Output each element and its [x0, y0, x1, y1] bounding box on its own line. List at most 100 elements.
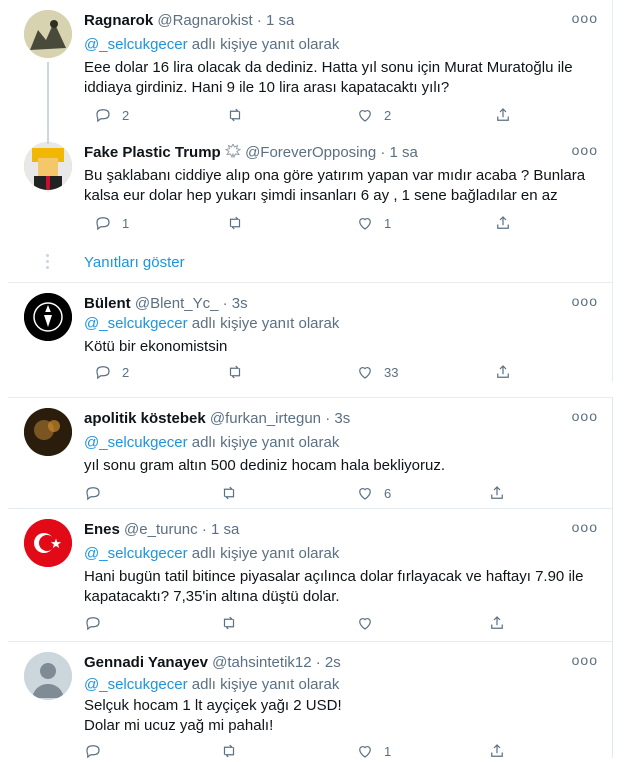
- reply-icon: [96, 217, 110, 231]
- timestamp[interactable]: · 1 sa: [380, 144, 418, 161]
- like-count: 1: [384, 215, 392, 231]
- tweet-gennadi-yanayev[interactable]: Gennadi Yanayev @tahsintetik12 · 2s ooo …: [8, 642, 612, 759]
- more-options-icon[interactable]: ooo: [572, 10, 598, 26]
- thread-line: [47, 62, 49, 140]
- show-replies-link[interactable]: Yanıtları göster: [84, 254, 185, 271]
- display-name[interactable]: Fake Plastic Trump: [84, 144, 221, 161]
- avatar[interactable]: [24, 293, 72, 341]
- share-icon: [497, 365, 509, 378]
- reply-context-label: adlı kişiye yanıt olarak: [187, 36, 340, 53]
- like-button[interactable]: 1: [356, 742, 391, 760]
- tweet-text: yıl sonu gram altın 500 dediniz hocam ha…: [84, 456, 589, 476]
- avatar[interactable]: [24, 142, 72, 190]
- default-avatar-icon[interactable]: [24, 652, 72, 700]
- timestamp[interactable]: · 2s: [316, 654, 341, 671]
- action-bar: 1: [84, 742, 524, 762]
- more-options-icon[interactable]: ooo: [572, 408, 598, 424]
- share-button[interactable]: [494, 214, 512, 232]
- reply-button[interactable]: 1: [94, 214, 129, 232]
- user-handle[interactable]: @furkan_irtegun: [210, 410, 321, 427]
- like-button[interactable]: 2: [356, 106, 391, 124]
- retweet-button[interactable]: [226, 214, 254, 232]
- like-button[interactable]: 6: [356, 484, 391, 502]
- user-handle[interactable]: @Ragnarokist: [157, 12, 252, 29]
- display-name[interactable]: apolitik köstebek: [84, 410, 206, 427]
- tweet-text-line: Bu şaklabanı ciddiye alıp ona göre yatır…: [84, 167, 586, 184]
- share-button[interactable]: [494, 363, 512, 381]
- reply-count: 1: [122, 215, 130, 231]
- retweet-button[interactable]: [220, 742, 248, 760]
- reply-button[interactable]: [84, 484, 112, 502]
- reply-context: @_selcukgecer adlı kişiye yanıt olarak: [84, 36, 339, 53]
- retweet-button[interactable]: [226, 363, 254, 381]
- retweet-button[interactable]: [226, 106, 254, 124]
- show-replies-row[interactable]: Yanıtları göster: [8, 244, 612, 283]
- avatar[interactable]: [24, 10, 72, 58]
- burst-badge-icon: [224, 142, 242, 159]
- retweet-icon: [229, 108, 241, 122]
- user-handle[interactable]: @tahsintetik12: [212, 654, 311, 671]
- more-options-icon[interactable]: ooo: [572, 293, 598, 309]
- timestamp[interactable]: · 1 sa: [257, 12, 295, 29]
- avatar[interactable]: [24, 519, 72, 567]
- mention-link[interactable]: @_selcukgecer: [84, 434, 188, 451]
- display-name[interactable]: Bülent: [84, 295, 131, 312]
- reply-context: @_selcukgecer adlı kişiye yanıt olarak: [84, 545, 339, 562]
- display-name[interactable]: Enes: [84, 521, 120, 538]
- action-bar: 2 2: [84, 106, 524, 126]
- tweet-header: Fake Plastic Trump @ForeverOpposing · 1 …: [84, 142, 418, 161]
- mention-link[interactable]: @_selcukgecer: [84, 315, 188, 332]
- share-button[interactable]: [488, 742, 506, 760]
- timestamp[interactable]: · 1 sa: [202, 521, 240, 538]
- tweet-fake-plastic-trump[interactable]: Fake Plastic Trump @ForeverOpposing · 1 …: [8, 132, 612, 244]
- thread-dots: [46, 254, 50, 272]
- retweet-button[interactable]: [220, 484, 248, 502]
- tweet-header: Ragnarok @Ragnarokist · 1 sa: [84, 12, 294, 29]
- tweet-header: Enes @e_turunc · 1 sa: [84, 521, 239, 538]
- tweet-text-line: Hani bugün tatil bitince piyasalar açılı…: [84, 568, 584, 585]
- reply-button[interactable]: [84, 742, 112, 760]
- like-icon: [359, 746, 371, 758]
- tweet-header: Bülent @Blent_Yc_ · 3s: [84, 295, 248, 312]
- reply-button[interactable]: [84, 614, 112, 632]
- share-button[interactable]: [488, 614, 506, 632]
- tweet-header: apolitik köstebek @furkan_irtegun · 3s: [84, 410, 350, 427]
- tweet-header: Gennadi Yanayev @tahsintetik12 · 2s: [84, 654, 341, 671]
- user-handle[interactable]: @e_turunc: [124, 521, 198, 538]
- mention-link[interactable]: @_selcukgecer: [84, 545, 188, 562]
- reply-button[interactable]: 2: [94, 106, 129, 124]
- more-options-icon[interactable]: ooo: [572, 142, 598, 158]
- tweet-ragnarok[interactable]: Ragnarok @Ragnarokist · 1 sa ooo @_selcu…: [8, 0, 612, 140]
- share-button[interactable]: [488, 484, 506, 502]
- reply-context: @_selcukgecer adlı kişiye yanıt olarak: [84, 315, 339, 332]
- mention-link[interactable]: @_selcukgecer: [84, 676, 188, 693]
- like-count: 2: [384, 107, 392, 123]
- share-icon: [491, 486, 503, 499]
- like-button[interactable]: [356, 614, 384, 632]
- reply-button[interactable]: 2: [94, 363, 129, 381]
- tweet-text-line: kapatacaktı? 7,35'in altına düştü dolar.: [84, 588, 340, 605]
- like-button[interactable]: 1: [356, 214, 391, 232]
- share-button[interactable]: [494, 106, 512, 124]
- avatar[interactable]: [24, 408, 72, 456]
- more-options-icon[interactable]: ooo: [572, 519, 598, 535]
- more-options-icon[interactable]: ooo: [572, 652, 598, 668]
- user-handle[interactable]: @Blent_Yc_: [135, 295, 219, 312]
- tweet-enes[interactable]: Enes @e_turunc · 1 sa ooo @_selcukgecer …: [8, 509, 612, 642]
- display-name[interactable]: Ragnarok: [84, 12, 153, 29]
- mention-link[interactable]: @_selcukgecer: [84, 36, 188, 53]
- tweet-bulent[interactable]: Bülent @Blent_Yc_ · 3s ooo @_selcukgecer…: [8, 283, 612, 383]
- user-handle[interactable]: @ForeverOpposing: [245, 144, 376, 161]
- timestamp[interactable]: · 3s: [223, 295, 248, 312]
- like-icon: [359, 367, 371, 379]
- display-name[interactable]: Gennadi Yanayev: [84, 654, 208, 671]
- action-bar: 1 1: [84, 214, 524, 234]
- reply-icon: [86, 617, 100, 631]
- tweet-text-line: kalsa eur dolar hep yukarı şimdi insanla…: [84, 187, 558, 204]
- retweet-button[interactable]: [220, 614, 248, 632]
- tweet-apolitik-kostebek[interactable]: apolitik köstebek @furkan_irtegun · 3s o…: [8, 398, 612, 509]
- timestamp[interactable]: · 3s: [325, 410, 350, 427]
- like-button[interactable]: 33: [356, 363, 398, 381]
- reply-context: @_selcukgecer adlı kişiye yanıt olarak: [84, 676, 339, 693]
- like-icon: [359, 110, 371, 122]
